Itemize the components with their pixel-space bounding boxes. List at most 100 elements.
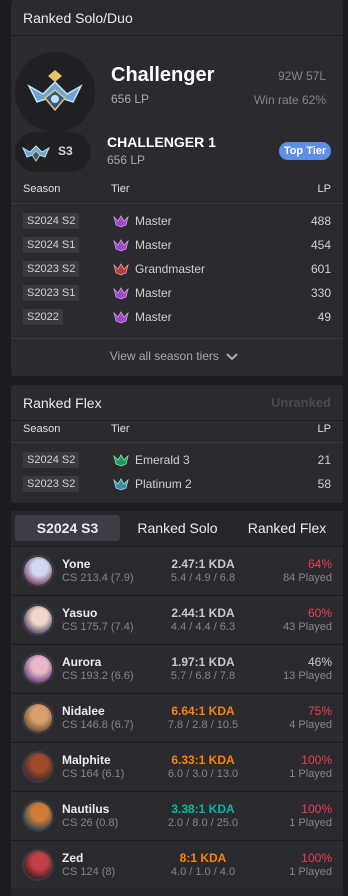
champion-avatar — [22, 849, 54, 881]
ranked-solo-title: Ranked Solo/Duo — [11, 0, 343, 36]
tier-lp: 58 — [317, 477, 331, 491]
division-name: CHALLENGER 1 — [107, 134, 216, 150]
tier-name: Master — [135, 238, 172, 252]
champion-kda-detail: 6.0 / 3.0 / 13.0 — [167, 768, 239, 780]
col-season: Season — [23, 183, 61, 195]
champion-avatar — [22, 800, 54, 832]
tier-lp: 601 — [310, 262, 331, 276]
champion-avatar — [22, 702, 54, 734]
champion-kda-detail: 5.4 / 4.9 / 6.8 — [170, 572, 236, 584]
champion-kda: 6.64:1 KDA — [171, 704, 235, 718]
challenger-small-icon — [21, 145, 51, 162]
champion-winrate: 75% — [307, 704, 332, 718]
champion-played: 1 Played — [289, 817, 332, 829]
tier-name: Master — [135, 214, 172, 228]
current-lp: 656 LP — [111, 92, 150, 106]
champion-avatar — [22, 604, 54, 636]
view-all-label: View all season tiers — [109, 349, 219, 363]
champion-row[interactable]: Nautilus CS 26 (0.8) 3.38:1 KDA 2.0 / 8.0 /… — [11, 791, 343, 839]
master-emblem-icon — [113, 287, 129, 300]
champion-row[interactable]: Yone CS 213.4 (7.9) 2.47:1 KDA 5.4 / 4.9 / … — [11, 546, 343, 594]
champion-row[interactable]: Yasuo CS 175.7 (7.4) 2.44:1 KDA 4.4 / 4.4 /… — [11, 595, 343, 643]
col-lp: LP — [317, 183, 331, 195]
champion-winrate: 60% — [307, 606, 332, 620]
champion-played: 4 Played — [289, 719, 332, 731]
season-badge: S2022 — [23, 309, 63, 325]
champion-kda: 2.47:1 KDA — [171, 557, 235, 571]
tab-ranked-flex[interactable]: Ranked Flex — [235, 515, 339, 541]
champion-kda-detail: 7.8 / 2.8 / 10.5 — [167, 719, 239, 731]
season-badge: S2024 S2 — [23, 452, 80, 468]
champion-kda-detail: 4.0 / 1.0 / 4.0 — [170, 866, 236, 878]
season-badge: S2024 S1 — [23, 237, 80, 253]
tier-lp: 330 — [310, 286, 331, 300]
season-badge: S2024 S2 — [23, 213, 80, 229]
champion-avatar — [22, 751, 54, 783]
season-label: S3 — [58, 144, 73, 158]
champion-row[interactable]: Zed CS 124 (8) 8:1 KDA 4.0 / 1.0 / 4.0 100% 1… — [11, 840, 343, 888]
chevron-down-icon — [226, 353, 238, 361]
champion-row[interactable]: Malphite CS 164 (6.1) 6.33:1 KDA 6.0 / 3.0 … — [11, 742, 343, 790]
tab-season[interactable]: S2024 S3 — [15, 515, 120, 541]
champion-name: Zed — [62, 851, 84, 865]
tier-name: Master — [135, 286, 172, 300]
champion-played: 84 Played — [283, 572, 332, 584]
champion-kda-detail: 2.0 / 8.0 / 25.0 — [167, 817, 239, 829]
tier-name: Grandmaster — [135, 262, 206, 276]
champion-kda: 3.38:1 KDA — [171, 802, 235, 816]
grandmaster-emblem-icon — [113, 263, 129, 276]
tier-lp: 488 — [310, 214, 331, 228]
tab-ranked-solo[interactable]: Ranked Solo — [126, 515, 229, 541]
champion-cs: CS 146.8 (6.7) — [62, 719, 134, 731]
season-badge: S2023 S2 — [23, 261, 80, 277]
view-all-divider — [11, 338, 343, 339]
emerald-emblem-icon — [113, 454, 129, 467]
tier-lp: 21 — [317, 453, 331, 467]
champion-name: Yone — [62, 557, 91, 571]
champion-cs: CS 164 (6.1) — [62, 768, 125, 780]
season-emblem-badge: S3 — [15, 132, 91, 172]
champion-played: 1 Played — [289, 866, 332, 878]
master-emblem-icon — [113, 215, 129, 228]
champion-row[interactable]: Aurora CS 193.2 (6.6) 1.97:1 KDA 5.7 / 6.8 … — [11, 644, 343, 692]
master-emblem-icon — [113, 239, 129, 252]
champion-cs: CS 175.7 (7.4) — [62, 621, 134, 633]
champion-kda: 6.33:1 KDA — [171, 753, 235, 767]
champion-name: Yasuo — [62, 606, 98, 620]
champion-cs: CS 124 (8) — [62, 866, 116, 878]
champion-cs: CS 26 (0.8) — [62, 817, 119, 829]
flex-table-divider — [11, 442, 343, 443]
view-all-seasons-link[interactable]: View all season tiers — [0, 349, 348, 363]
champion-kda-detail: 4.4 / 4.4 / 6.3 — [170, 621, 236, 633]
tier-name: Emerald 3 — [135, 453, 190, 467]
master-emblem-icon — [113, 311, 129, 324]
champion-name: Aurora — [62, 655, 102, 669]
champion-winrate: 100% — [301, 851, 332, 865]
champion-cs: CS 193.2 (6.6) — [62, 670, 134, 682]
champion-kda-detail: 5.7 / 6.8 / 7.8 — [170, 670, 236, 682]
season-badge: S2023 S1 — [23, 285, 80, 301]
col-tier: Tier — [111, 183, 130, 195]
champion-name: Nidalee — [62, 704, 105, 718]
champion-played: 13 Played — [283, 670, 332, 682]
champion-winrate: 100% — [301, 802, 332, 816]
tier-lp: 49 — [317, 310, 331, 324]
champion-played: 43 Played — [283, 621, 332, 633]
division-lp: 656 LP — [107, 153, 146, 167]
tier-name: Platinum 2 — [135, 477, 192, 491]
champion-avatar — [22, 555, 54, 587]
champion-cs: CS 213.4 (7.9) — [62, 572, 134, 584]
champion-name: Nautilus — [62, 802, 110, 816]
top-tier-badge: Top Tier — [279, 142, 331, 160]
flex-col-lp: LP — [317, 423, 331, 435]
table-divider — [11, 203, 343, 204]
champion-winrate: 64% — [307, 557, 332, 571]
champion-winrate: 46% — [307, 655, 332, 669]
champion-played: 1 Played — [289, 768, 332, 780]
flex-col-tier: Tier — [111, 423, 130, 435]
champion-winrate: 100% — [301, 753, 332, 767]
season-badge: S2023 S2 — [23, 476, 80, 492]
champion-kda: 2.44:1 KDA — [171, 606, 235, 620]
champion-row[interactable]: Nidalee CS 146.8 (6.7) 6.64:1 KDA 7.8 / 2.8… — [11, 693, 343, 741]
champion-name: Malphite — [62, 753, 111, 767]
